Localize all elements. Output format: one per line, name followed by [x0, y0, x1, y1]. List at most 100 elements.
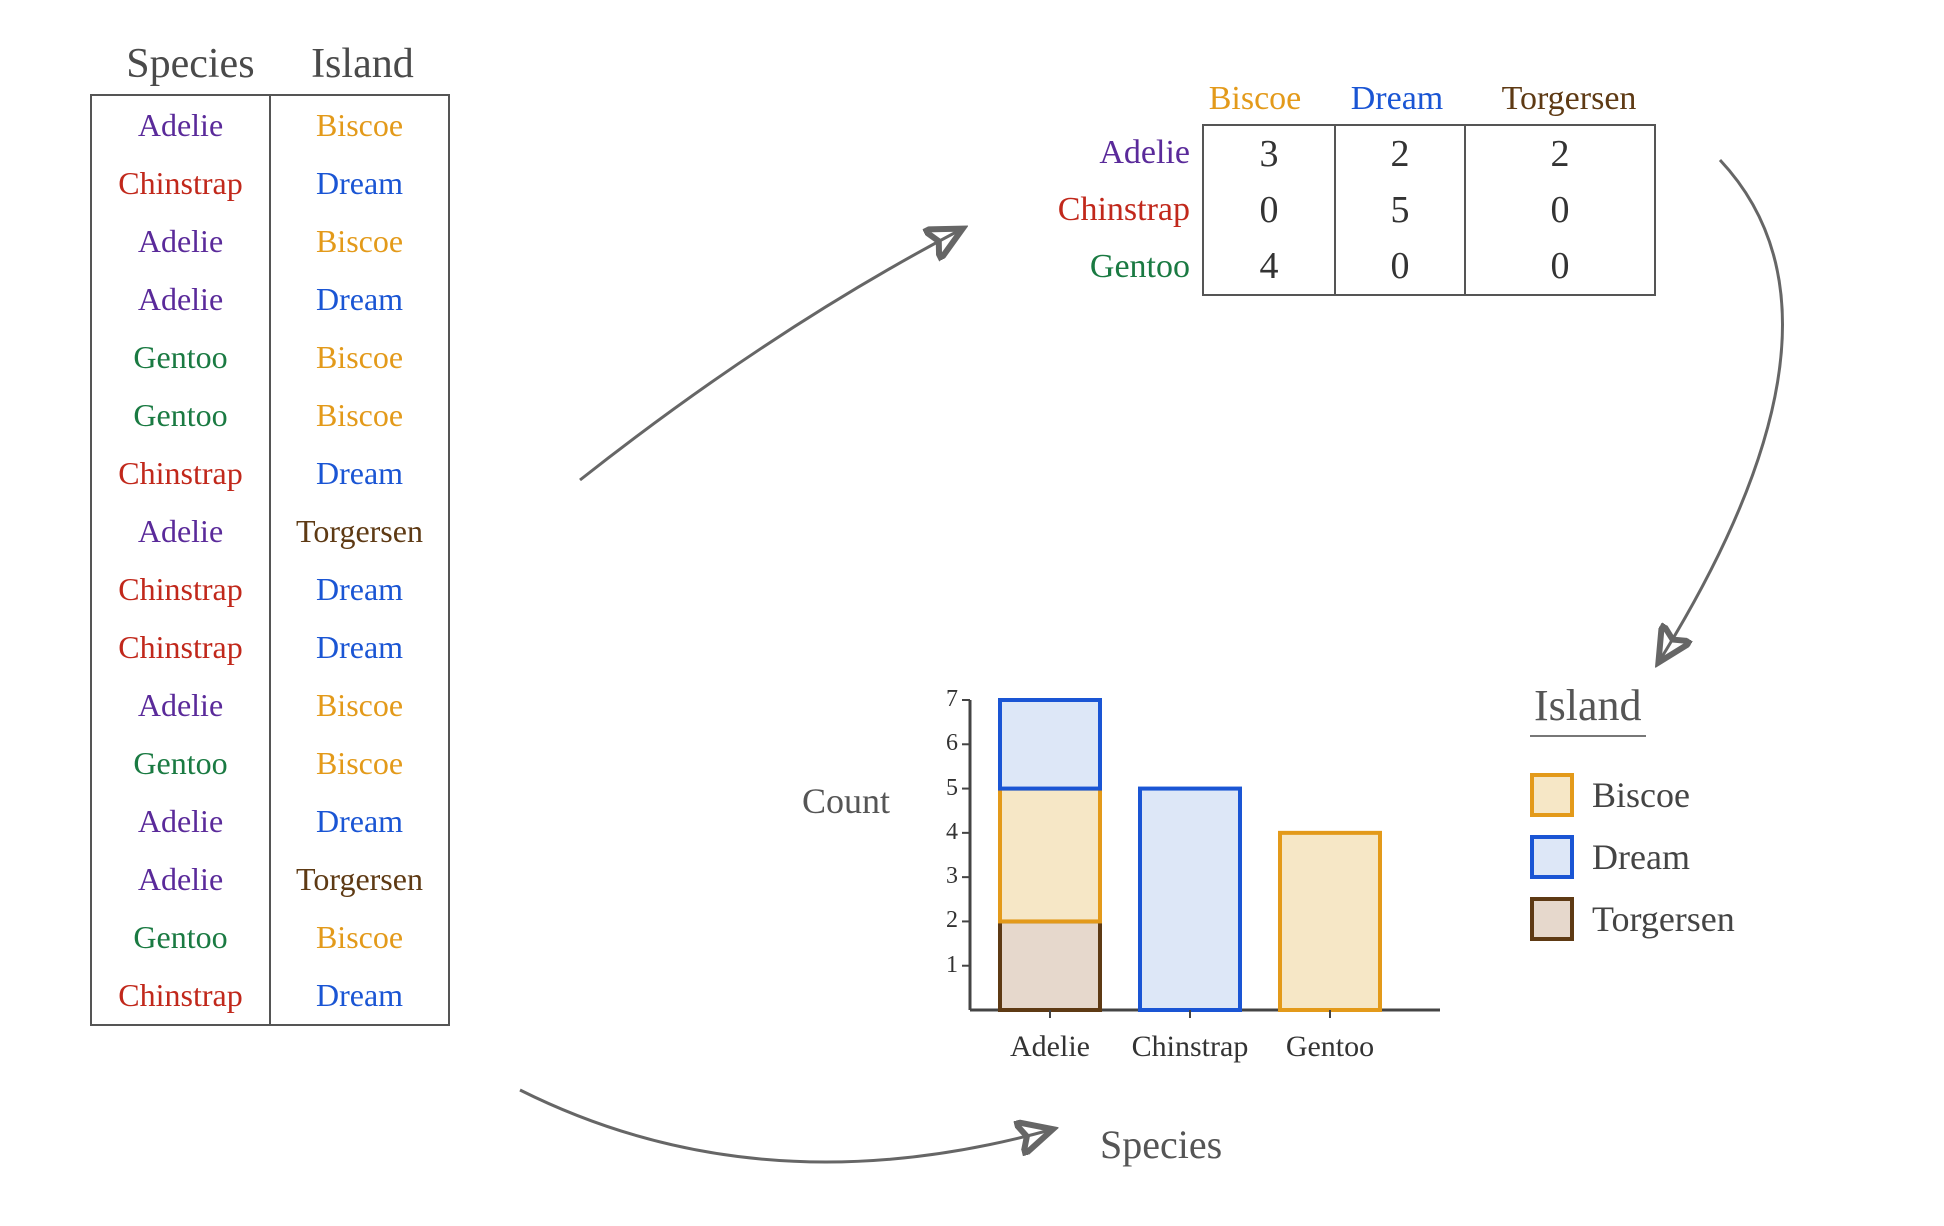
chart-legend: Island Biscoe Dream Torgersen: [1530, 680, 1735, 959]
crosstab-col-dream: Dream: [1332, 80, 1462, 118]
crosstab-cell: 0: [1464, 238, 1654, 294]
species-cell: Gentoo: [92, 908, 271, 966]
legend-item-biscoe: Biscoe: [1530, 773, 1735, 817]
island-cell: Dream: [271, 966, 448, 1024]
table-row: AdelieBiscoe: [92, 212, 448, 270]
ytick-label: 2: [930, 907, 958, 934]
island-cell: Dream: [271, 444, 448, 502]
chart-canvas: [930, 690, 1450, 1070]
legend-item-torgersen: Torgersen: [1530, 897, 1735, 941]
crosstab-body: 322050400: [1202, 124, 1656, 296]
species-cell: Chinstrap: [92, 966, 271, 1024]
table-row: AdelieDream: [92, 792, 448, 850]
table-row: ChinstrapDream: [92, 618, 448, 676]
island-cell: Torgersen: [271, 850, 448, 908]
island-cell: Dream: [271, 560, 448, 618]
bar-segment: [1000, 921, 1100, 1010]
table-row: AdelieBiscoe: [92, 96, 448, 154]
table-row: ChinstrapDream: [92, 560, 448, 618]
species-cell: Gentoo: [92, 734, 271, 792]
ytick-label: 3: [930, 863, 958, 890]
ytick-label: 1: [930, 952, 958, 979]
swatch-icon: [1530, 897, 1574, 941]
ytick-label: 6: [930, 730, 958, 757]
raw-data-table: Species Island AdelieBiscoeChinstrapDrea…: [90, 40, 450, 1026]
table-row: GentooBiscoe: [92, 908, 448, 966]
table-row: AdelieDream: [92, 270, 448, 328]
crosstab-row-gentoo: Gentoo: [1000, 248, 1190, 286]
table-row: ChinstrapDream: [92, 444, 448, 502]
crosstab-row-adelie: Adelie: [1000, 134, 1190, 172]
island-cell: Biscoe: [271, 96, 448, 154]
island-cell: Biscoe: [271, 328, 448, 386]
stacked-bar-chart: Count AdelieChinstrapGentoo Species 1234…: [820, 690, 1460, 1120]
xtick-label: Gentoo: [1260, 1030, 1400, 1064]
table-row: ChinstrapDream: [92, 966, 448, 1024]
legend-item-dream: Dream: [1530, 835, 1735, 879]
species-cell: Chinstrap: [92, 154, 271, 212]
xtick-label: Chinstrap: [1120, 1030, 1260, 1064]
legend-label: Dream: [1592, 836, 1690, 878]
species-cell: Adelie: [92, 96, 271, 154]
crosstab-cell: 2: [1464, 126, 1654, 182]
table-row: GentooBiscoe: [92, 328, 448, 386]
crosstab-cell: 5: [1334, 182, 1464, 238]
table-row: GentooBiscoe: [92, 734, 448, 792]
crosstab-row-labels: Adelie Chinstrap Gentoo: [1000, 124, 1202, 296]
swatch-icon: [1530, 835, 1574, 879]
crosstab-col-torgersen: Torgersen: [1474, 80, 1664, 118]
table-row: AdelieBiscoe: [92, 676, 448, 734]
bar-segment: [1140, 789, 1240, 1010]
bar-segment: [1000, 789, 1100, 922]
legend-label: Biscoe: [1592, 774, 1690, 816]
species-cell: Adelie: [92, 676, 271, 734]
crosstab-cell: 2: [1334, 126, 1464, 182]
crosstab-row-chinstrap: Chinstrap: [1000, 191, 1190, 229]
species-cell: Chinstrap: [92, 560, 271, 618]
species-cell: Adelie: [92, 270, 271, 328]
island-cell: Dream: [271, 792, 448, 850]
raw-table-headers: Species Island: [90, 40, 450, 88]
chart-xlabel: Species: [1100, 1121, 1222, 1168]
raw-table-body: AdelieBiscoeChinstrapDreamAdelieBiscoeAd…: [90, 94, 450, 1026]
species-cell: Adelie: [92, 792, 271, 850]
crosstab-cell: 0: [1204, 182, 1334, 238]
island-cell: Biscoe: [271, 908, 448, 966]
island-cell: Dream: [271, 270, 448, 328]
legend-title: Island: [1530, 680, 1646, 737]
crosstab-cell: 3: [1204, 126, 1334, 182]
ytick-label: 4: [930, 819, 958, 846]
crosstab-table: Biscoe Dream Torgersen Adelie Chinstrap …: [1000, 80, 1664, 296]
species-cell: Gentoo: [92, 386, 271, 444]
table-row: AdelieTorgersen: [92, 502, 448, 560]
island-cell: Biscoe: [271, 212, 448, 270]
chart-ylabel: Count: [802, 780, 890, 822]
crosstab-cell: 0: [1334, 238, 1464, 294]
legend-label: Torgersen: [1592, 898, 1735, 940]
table-row: ChinstrapDream: [92, 154, 448, 212]
bar-segment: [1000, 700, 1100, 789]
crosstab-cell: 4: [1204, 238, 1334, 294]
island-cell: Dream: [271, 618, 448, 676]
raw-header-island: Island: [311, 40, 414, 88]
island-cell: Dream: [271, 154, 448, 212]
species-cell: Adelie: [92, 850, 271, 908]
island-cell: Biscoe: [271, 386, 448, 444]
species-cell: Adelie: [92, 212, 271, 270]
island-cell: Biscoe: [271, 734, 448, 792]
species-cell: Gentoo: [92, 328, 271, 386]
chart-xlabels: AdelieChinstrapGentoo: [930, 1030, 1450, 1064]
island-cell: Torgersen: [271, 502, 448, 560]
ytick-label: 7: [930, 686, 958, 713]
swatch-icon: [1530, 773, 1574, 817]
crosstab-col-headers: Biscoe Dream Torgersen: [1190, 80, 1664, 118]
raw-header-species: Species: [126, 40, 254, 88]
xtick-label: Adelie: [980, 1030, 1120, 1064]
ytick-label: 5: [930, 775, 958, 802]
crosstab-col-biscoe: Biscoe: [1190, 80, 1320, 118]
bar-segment: [1280, 833, 1380, 1010]
table-row: GentooBiscoe: [92, 386, 448, 444]
species-cell: Adelie: [92, 502, 271, 560]
table-row: AdelieTorgersen: [92, 850, 448, 908]
crosstab-cell: 0: [1464, 182, 1654, 238]
